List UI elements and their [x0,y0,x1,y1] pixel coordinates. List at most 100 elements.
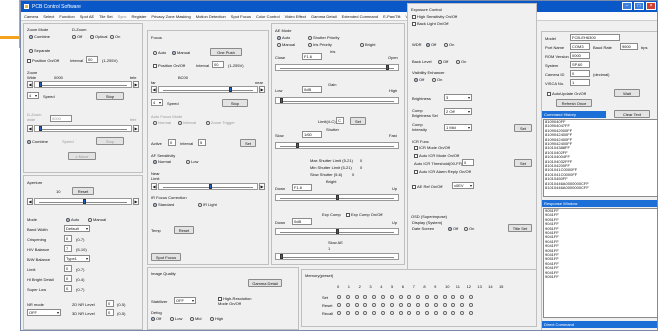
focus-interval-input[interactable]: 00 [212,61,224,68]
bandwidth-select[interactable]: Default [64,225,90,232]
af-interval-radio[interactable]: Interval [178,120,196,125]
icr-set-button[interactable]: Set [514,159,532,167]
high-sens-checkbox[interactable]: High Sensitivity On/Off [412,14,457,19]
date-off-radio[interactable]: Off [448,226,458,231]
dzoom-optical-radio[interactable]: Optical [90,34,107,39]
menu-camera[interactable]: Camera [24,14,38,19]
ae-shutter-radio[interactable]: Shutter Priority [308,35,339,40]
active-input[interactable]: 0 [168,139,176,146]
focus-position-checkbox[interactable]: Position On/Off [153,63,185,68]
aperture-right-icon[interactable]: ▶ [133,198,139,205]
zoom-left-icon[interactable]: ◀ [27,81,33,88]
3dnr-input[interactable]: 0 [106,309,114,316]
defog-mid-radio[interactable]: Mid [190,316,201,321]
one-push-button[interactable]: One Push [210,48,242,56]
date-on-radio[interactable]: On [464,226,474,231]
menu-sync[interactable]: Sync [118,14,127,19]
menu-function[interactable]: Function [59,14,74,19]
maximize-icon[interactable]: □ [634,2,644,10]
dzoom-left-icon[interactable]: ◀ [27,125,33,132]
ae-manual-radio[interactable]: Manual [277,42,295,47]
spot-focus-button[interactable]: Spot Focus [151,253,181,261]
close-icon[interactable]: × [646,2,656,10]
menu-select[interactable]: Select [43,14,54,19]
ae-bright-radio[interactable]: Bright [360,42,375,47]
ae-auto-radio[interactable]: Auto [277,35,290,40]
sens-low-radio[interactable]: Low [186,159,198,164]
crispening-input[interactable]: 0 [64,235,72,242]
icr-threshold-input[interactable]: 0 [462,159,474,166]
limit-input[interactable]: 0 [64,265,72,272]
separate-radio[interactable]: Separate [29,48,50,53]
ae-iris-radio[interactable]: Iris Priority [308,42,332,47]
brightness-select[interactable]: 3 [444,94,472,101]
af-set-button[interactable]: Set [240,139,256,147]
iris-slider[interactable] [275,64,399,71]
memory-reset-row[interactable] [337,302,478,307]
wait-button[interactable]: Wait [614,89,640,97]
minimize-icon[interactable]: – [622,2,632,10]
zoom-speed-select[interactable]: 4 [27,92,39,99]
focus-slider[interactable] [158,86,258,93]
aperture-manual-radio[interactable]: Manual [88,217,106,222]
shutter-slider[interactable] [275,142,399,149]
position-checkbox[interactable]: Position On/Off [27,58,59,63]
zoom-stop-button[interactable]: Stop [96,92,124,100]
icr-mode-checkbox[interactable]: ICR Mode On/Off [414,145,450,150]
dzoom-off-radio[interactable]: Off [72,34,82,39]
title-set-button[interactable]: Title Set [508,224,532,232]
baud-value[interactable]: 9600 [620,43,638,50]
port-value[interactable]: COM3 [570,43,590,50]
defog-off-radio[interactable]: Off [151,316,161,321]
stabilizer-select[interactable]: OFF [174,297,196,304]
aperture-slider[interactable] [34,198,132,205]
menu-gamma[interactable]: Gamma Detail [311,14,337,19]
focus-manual-radio[interactable]: Manual [172,50,190,55]
back-light-checkbox[interactable]: Back Light On/Off [412,21,449,26]
menu-spot-ae[interactable]: Spot AE [80,14,94,19]
menu-motion[interactable]: Motion Detection [196,14,226,19]
nearlimit-right-icon[interactable]: ▶ [259,183,265,190]
comp-set-button[interactable]: Set [514,124,532,132]
bl-on-radio[interactable]: On [456,59,466,64]
irc-irlight-radio[interactable]: IR Light [198,202,217,207]
auto-alarm-checkbox[interactable]: Auto ICR Alarm Reply On/Off [414,169,471,174]
dzoom-stop-button[interactable]: Stop [96,137,124,145]
nearlimit-left-icon[interactable]: ◀ [151,183,157,190]
auto-icr-checkbox[interactable]: Auto ICR Mode On/Off [414,153,459,158]
slowae-slider[interactable] [275,253,399,260]
interval2-input[interactable]: 5 [198,139,206,146]
focus-left-icon[interactable]: ◀ [151,86,157,93]
expcomp-slider[interactable] [275,228,399,235]
hl-input[interactable]: 0 [64,275,72,282]
defog-high-radio[interactable]: High [210,316,223,321]
menu-tile-set[interactable]: Tile Set [99,14,112,19]
visca-value[interactable]: 1 [570,79,590,86]
clear-text-button[interactable]: Clear Text [614,110,650,118]
sens-normal-radio[interactable]: Normal [153,159,171,164]
af-zoomtrigger-radio[interactable]: Zoom Trigger [206,120,235,125]
focus-speed-select[interactable]: 4 [151,99,163,106]
dzoom-slider[interactable] [34,125,132,132]
combine2-radio[interactable]: Combine [27,139,48,144]
ae-ref-select[interactable]: x0EV [452,182,474,189]
gain-slider[interactable] [275,97,399,104]
near-limit-slider[interactable] [158,183,258,190]
comp-select[interactable]: 2 Off [444,108,472,115]
xmove-button[interactable]: x Move [68,152,96,160]
autoupdate-checkbox[interactable]: AutoUpdate On/Off [547,91,586,96]
bw-select[interactable]: Type1 [64,255,90,262]
2dnr-input[interactable]: 0 [106,300,114,307]
menu-extended[interactable]: Extended Command [342,14,378,19]
aperture-auto-radio[interactable]: Auto [66,217,79,222]
temp-reset-button[interactable]: Reset [174,226,194,234]
vis-off-radio[interactable]: Off [414,77,424,82]
superlow-input[interactable]: 0 [64,285,72,292]
camid-value[interactable]: 0 [570,70,590,77]
bright-slider[interactable] [275,194,399,201]
wdr-on-radio[interactable]: On [444,42,454,47]
bl-off-radio[interactable]: Off [438,59,448,64]
focus-right-icon[interactable]: ▶ [259,86,265,93]
dzoom-right-icon[interactable]: ▶ [133,125,139,132]
af-normal-radio[interactable]: Normal [153,120,171,125]
